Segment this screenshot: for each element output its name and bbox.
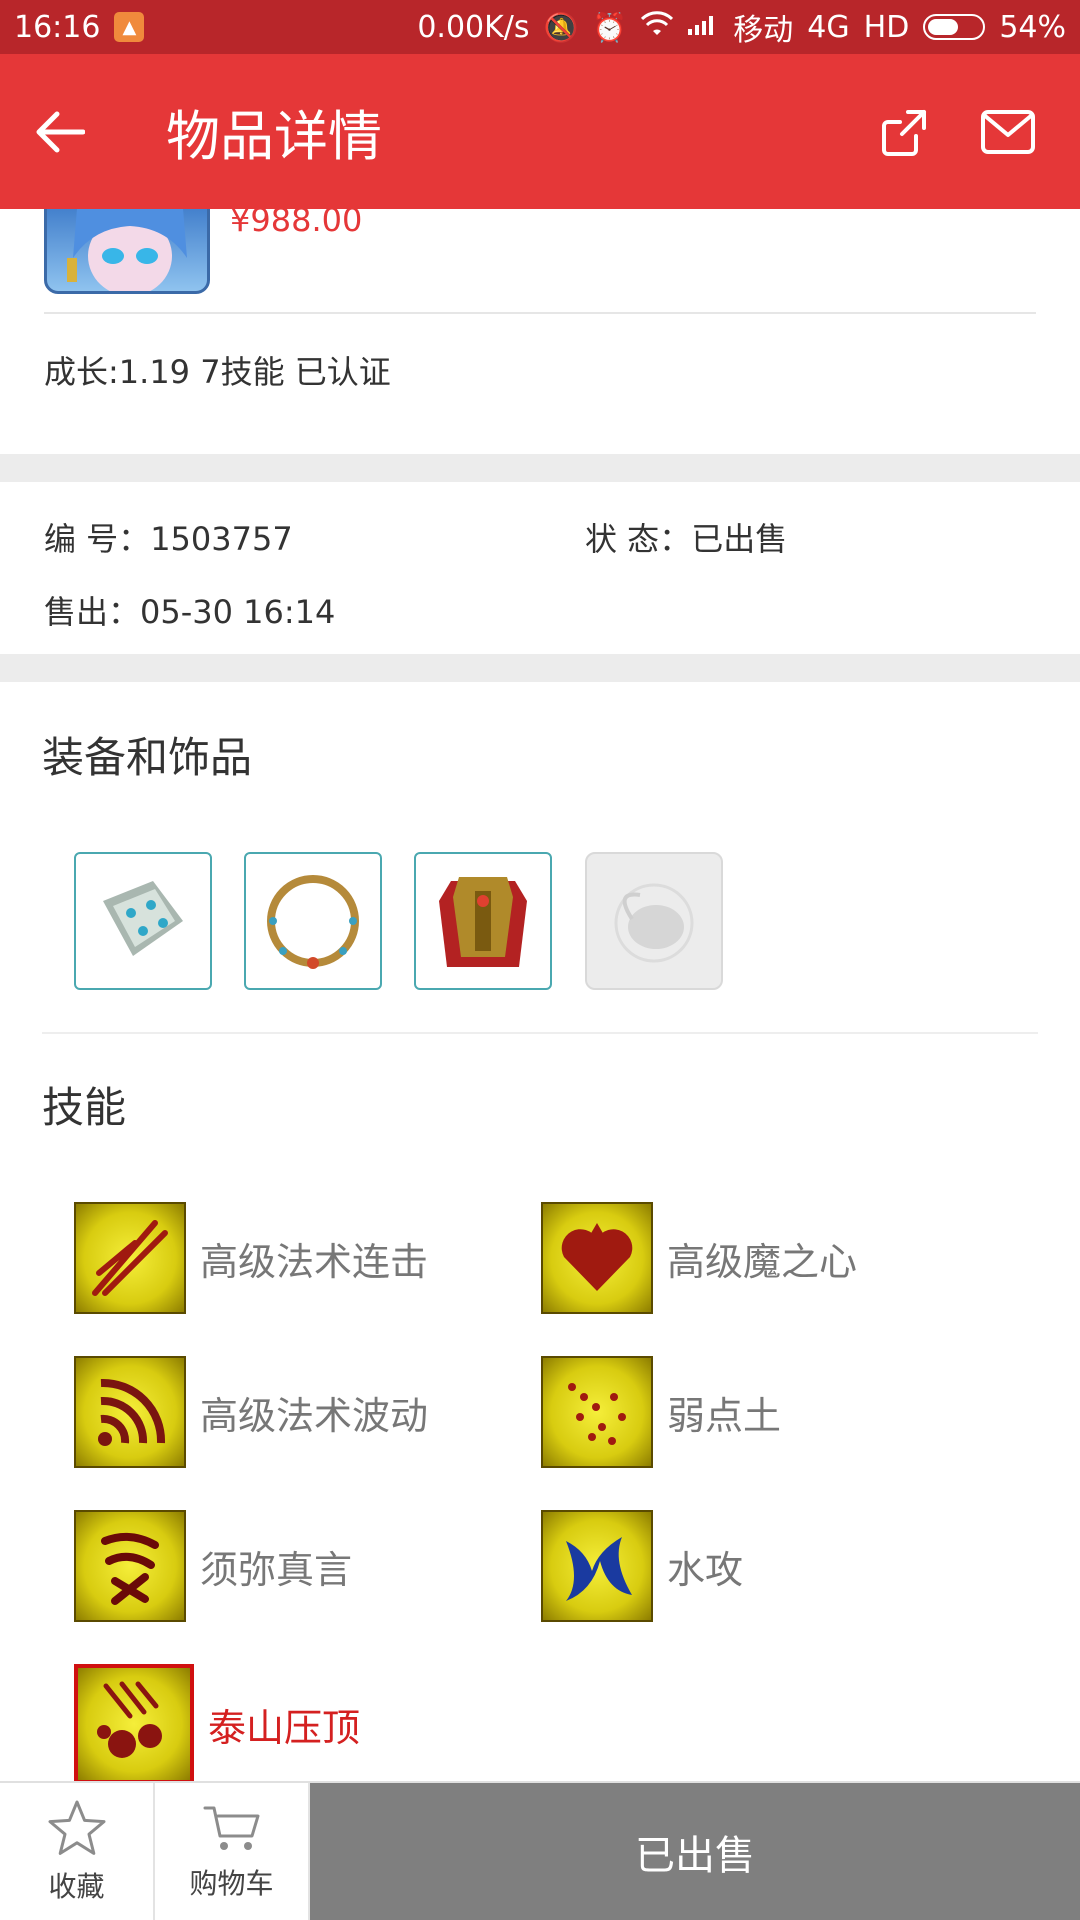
share-icon (882, 109, 926, 156)
skill-name: 弱点土 (667, 1393, 782, 1438)
cart-button[interactable]: 购物车 (155, 1783, 310, 1920)
armor-icon (439, 877, 527, 967)
arrow-left-icon (36, 111, 85, 152)
app-header: 物品详情 (0, 54, 1080, 209)
equipment-slot-1[interactable] (74, 852, 212, 990)
favorite-button[interactable]: 收藏 (0, 1783, 155, 1920)
item-price: ¥988.00 (230, 209, 363, 239)
skill-item[interactable]: 高级法术波动 (74, 1356, 428, 1468)
item-id-label: 编 号： (44, 520, 151, 558)
skill-name: 高级魔之心 (667, 1239, 858, 1284)
network-speed: 0.00K/s (417, 9, 530, 45)
item-status: 状 态：已出售 (585, 514, 787, 560)
necklace-icon (267, 875, 359, 969)
skill-name: 须弥真言 (200, 1547, 353, 1592)
detail-content[interactable]: ¥988.00 成长:1.19 7技能 已认证 编 号：1503757 状 态：… (0, 209, 1080, 1781)
item-status-label: 状 态： (585, 520, 692, 558)
bottom-bar: 收藏 购物车 已出售 (0, 1781, 1080, 1920)
empty-slot-icon (614, 883, 694, 963)
network-type: 4G (807, 9, 850, 45)
header-actions (872, 100, 1080, 164)
star-icon (48, 1800, 105, 1855)
item-id: 编 号：1503757 (44, 514, 293, 560)
item-id-value: 1503757 (150, 520, 293, 558)
skill-name: 水攻 (667, 1547, 744, 1592)
skill-name: 高级法术波动 (200, 1393, 429, 1438)
section-gap (0, 454, 1080, 482)
cart-label: 购物车 (189, 1866, 274, 1900)
hd-indicator: HD (863, 9, 910, 45)
page-title: 物品详情 (166, 105, 382, 168)
back-button[interactable] (0, 54, 120, 209)
bracer-icon (103, 881, 183, 956)
battery-percent: 54% (999, 9, 1066, 45)
mount-tai-icon (74, 1664, 194, 1781)
item-avatar (44, 209, 210, 294)
equipment-title: 装备和饰品 (42, 733, 253, 782)
mail-icon (981, 109, 1035, 154)
status-bar: 16:16 ▲ 0.00K/s 🔕 ⏰ 移动 4G HD 54% (0, 0, 1080, 54)
skill-name: 高级法术连击 (200, 1239, 429, 1284)
divider (42, 1032, 1038, 1034)
section-gap (0, 654, 1080, 682)
sold-value: 05-30 16:14 (140, 593, 336, 631)
skill-name: 泰山压顶 (208, 1705, 361, 1750)
item-growth: 成长:1.19 7技能 已认证 (44, 353, 391, 391)
item-sold-time: 售出：05-30 16:14 (44, 587, 335, 633)
skill-item-active[interactable]: 泰山压顶 (74, 1664, 360, 1781)
sumeru-mantra-icon (74, 1510, 186, 1622)
skill-item[interactable]: 弱点土 (541, 1356, 781, 1468)
signal-icon (687, 11, 719, 44)
skill-item[interactable]: 水攻 (541, 1510, 743, 1622)
skill-item[interactable]: 高级魔之心 (541, 1202, 857, 1314)
alarm-icon: ⏰ (592, 10, 628, 44)
carrier-name: 移动 (733, 13, 794, 48)
battery-icon (923, 14, 986, 40)
equipment-slot-3[interactable] (414, 852, 552, 990)
share-button[interactable] (872, 100, 936, 164)
shield-icon: ▲ (114, 12, 145, 42)
sold-out-button[interactable]: 已出售 (310, 1783, 1080, 1920)
cart-icon (203, 1806, 259, 1850)
wifi-icon (641, 10, 674, 44)
spell-combo-icon (74, 1202, 186, 1314)
weak-earth-icon (541, 1356, 653, 1468)
sold-label: 售出： (44, 593, 141, 631)
mute-icon: 🔕 (543, 10, 579, 44)
skills-title: 技能 (42, 1083, 127, 1132)
favorite-label: 收藏 (48, 1869, 105, 1903)
item-status-value: 已出售 (691, 520, 788, 558)
divider (44, 312, 1036, 314)
water-attack-icon (541, 1510, 653, 1622)
equipment-slot-4[interactable] (585, 852, 723, 990)
message-button[interactable] (976, 100, 1040, 164)
equipment-slot-2[interactable] (244, 852, 382, 990)
skill-item[interactable]: 须弥真言 (74, 1510, 352, 1622)
status-right: 0.00K/s 🔕 ⏰ 移动 4G HD 54% (417, 5, 1066, 49)
magic-heart-icon (541, 1202, 653, 1314)
spell-wave-icon (74, 1356, 186, 1468)
skill-item[interactable]: 高级法术连击 (74, 1202, 428, 1314)
status-time: 16:16 (14, 9, 101, 45)
